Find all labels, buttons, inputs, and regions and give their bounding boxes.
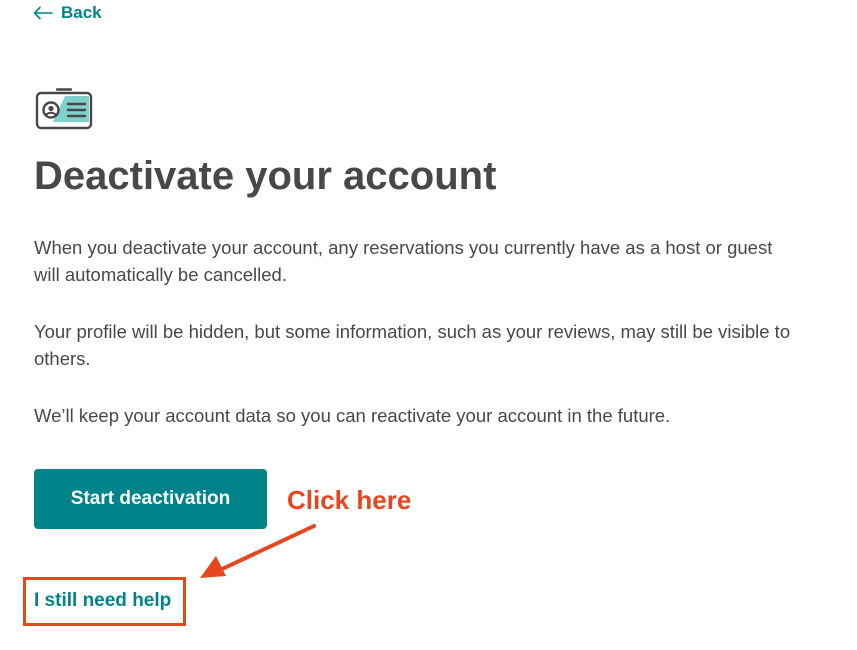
page-title: Deactivate your account xyxy=(34,154,497,198)
account-data-paragraph: We’ll keep your account data so you can … xyxy=(34,405,671,426)
back-link[interactable]: Back xyxy=(33,3,102,23)
id-card-icon xyxy=(35,88,93,130)
profile-paragraph: Your profile will be hidden, but some in… xyxy=(34,321,791,369)
annotation-label: Click here xyxy=(287,485,412,515)
still-need-help-link[interactable]: I still need help xyxy=(34,590,171,612)
arrow-left-icon xyxy=(33,6,53,20)
back-label: Back xyxy=(61,3,102,22)
deactivate-account-page: Back Deactivate your account When you de… xyxy=(0,0,857,650)
reservations-paragraph: When you deactivate your account, any re… xyxy=(34,237,773,285)
annotation-arrow-icon xyxy=(200,524,316,578)
